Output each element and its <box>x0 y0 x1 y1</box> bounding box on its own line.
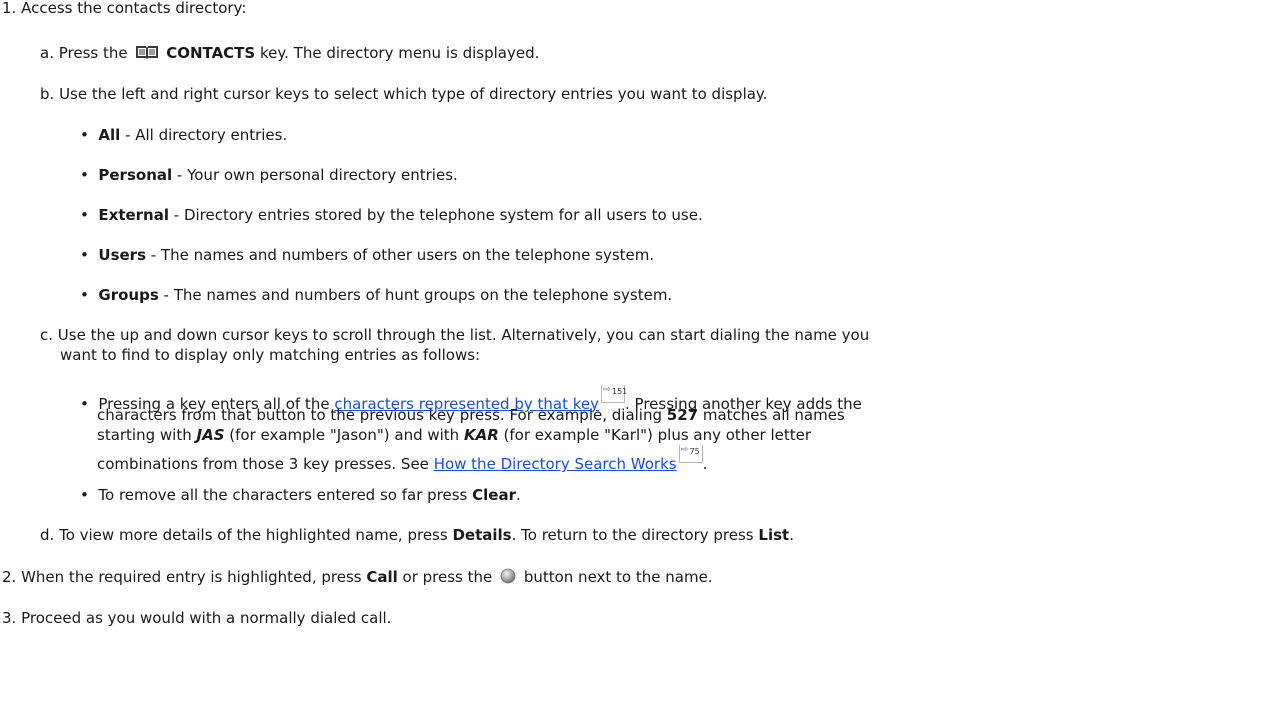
page-ref-number: 75 <box>689 447 700 456</box>
step-a: a. Press the CONTACTS key. The directory… <box>40 43 539 63</box>
bullet-icon: • <box>80 126 99 144</box>
bullet-icon: • <box>80 286 99 304</box>
bullet-icon: • <box>80 206 99 224</box>
search-line-2: characters from that button to the previ… <box>97 405 845 425</box>
kar-prefix: KAR <box>463 426 499 444</box>
book-icon <box>136 46 159 59</box>
type-term: Groups <box>98 286 159 304</box>
step-2-post: button next to the name. <box>523 568 713 586</box>
step-c-text-1: Use the up and down cursor keys to scrol… <box>57 326 870 344</box>
step-d-mid: . To return to the directory press <box>511 526 759 544</box>
clear-key-label: Clear <box>472 486 516 504</box>
directory-search-link[interactable]: How the Directory Search Works <box>434 455 677 473</box>
type-item: • Users - The names and numbers of other… <box>80 245 654 265</box>
help-page: 1. Access the contacts directory: a. Pre… <box>0 0 1268 709</box>
step-b-number: b. <box>40 85 55 103</box>
clear-text-pre: To remove all the characters entered so … <box>98 486 473 504</box>
page-ref-75[interactable]: ⇨ 75 <box>678 445 703 463</box>
page-reference-arrow-icon: ⇨ <box>603 385 611 395</box>
step-3-text: Proceed as you would with a normally dia… <box>21 609 392 627</box>
step-c-text-2: want to find to display only matching en… <box>60 346 481 364</box>
search-line-3: starting with JAS (for example "Jason") … <box>97 425 811 445</box>
step-2-mid: or press the <box>397 568 493 586</box>
step-1: 1. Access the contacts directory: <box>2 0 246 18</box>
step-d-post: . <box>789 526 794 544</box>
step-c-line-2: want to find to display only matching en… <box>60 345 480 365</box>
type-desc: - Directory entries stored by the teleph… <box>169 206 703 224</box>
search-text-4a: combinations from those 3 key presses. S… <box>97 455 434 473</box>
details-key-label: Details <box>452 526 512 544</box>
step-2: 2. When the required entry is highlighte… <box>2 567 713 587</box>
clear-line: • To remove all the characters entered s… <box>80 485 521 505</box>
search-text-3c: (for example "Karl") plus any other lett… <box>498 426 812 444</box>
step-d-pre: To view more details of the highlighted … <box>59 526 453 544</box>
search-text-4b: . <box>702 455 708 473</box>
step-d-number: d. <box>40 526 55 544</box>
type-item: • External - Directory entries stored by… <box>80 205 703 225</box>
search-text-2b: matches all names <box>698 406 845 424</box>
step-b: b. Use the left and right cursor keys to… <box>40 84 767 104</box>
type-term: External <box>98 206 169 224</box>
list-key-label: List <box>758 526 790 544</box>
type-item: • Groups - The names and numbers of hunt… <box>80 285 672 305</box>
dial-example-number: 527 <box>666 406 699 424</box>
step-b-text: Use the left and right cursor keys to se… <box>59 85 768 103</box>
search-text-3b: (for example "Jason") and with <box>224 426 464 444</box>
clear-text-post: . <box>515 486 521 504</box>
type-desc: - The names and numbers of other users o… <box>146 246 655 264</box>
type-item: • Personal - Your own personal directory… <box>80 165 458 185</box>
step-d: d. To view more details of the highlight… <box>40 525 794 545</box>
bullet-icon: • <box>80 486 99 504</box>
type-desc: - The names and numbers of hunt groups o… <box>158 286 673 304</box>
type-term: All <box>98 126 121 144</box>
page-ref-151[interactable]: ⇨ 151 <box>601 385 628 403</box>
step-1-number: 1. <box>2 0 17 17</box>
call-key-label: Call <box>366 568 398 586</box>
step-c-number: c. <box>40 326 54 344</box>
step-3-number: 3. <box>2 609 17 627</box>
step-a-number: a. <box>40 44 54 62</box>
step-1-text: Access the contacts directory: <box>21 0 247 17</box>
bullet-icon: • <box>80 166 99 184</box>
search-line-4: combinations from those 3 key presses. S… <box>97 445 707 474</box>
step-2-pre: When the required entry is highlighted, … <box>21 568 367 586</box>
page-ref-number: 151 <box>612 387 628 396</box>
type-item: • All - All directory entries. <box>80 125 287 145</box>
search-text-3a: starting with <box>97 426 197 444</box>
round-button-icon <box>500 568 516 584</box>
jas-prefix: JAS <box>196 426 225 444</box>
type-term: Personal <box>98 166 173 184</box>
page-reference-arrow-icon: ⇨ <box>680 445 689 455</box>
bullet-icon: • <box>80 246 99 264</box>
step-c-line-1: c. Use the up and down cursor keys to sc… <box>40 325 869 345</box>
bullet-icon: • <box>80 395 99 413</box>
step-3: 3. Proceed as you would with a normally … <box>2 608 391 628</box>
type-desc: - All directory entries. <box>120 126 288 144</box>
step-2-number: 2. <box>2 568 17 586</box>
step-a-pre: Press the <box>58 44 128 62</box>
type-desc: - Your own personal directory entries. <box>172 166 458 184</box>
step-a-post: key. The directory menu is displayed. <box>260 44 540 62</box>
search-text-2a: characters from that button to the previ… <box>97 406 667 424</box>
contacts-key-label: CONTACTS <box>166 44 256 62</box>
type-term: Users <box>98 246 146 264</box>
